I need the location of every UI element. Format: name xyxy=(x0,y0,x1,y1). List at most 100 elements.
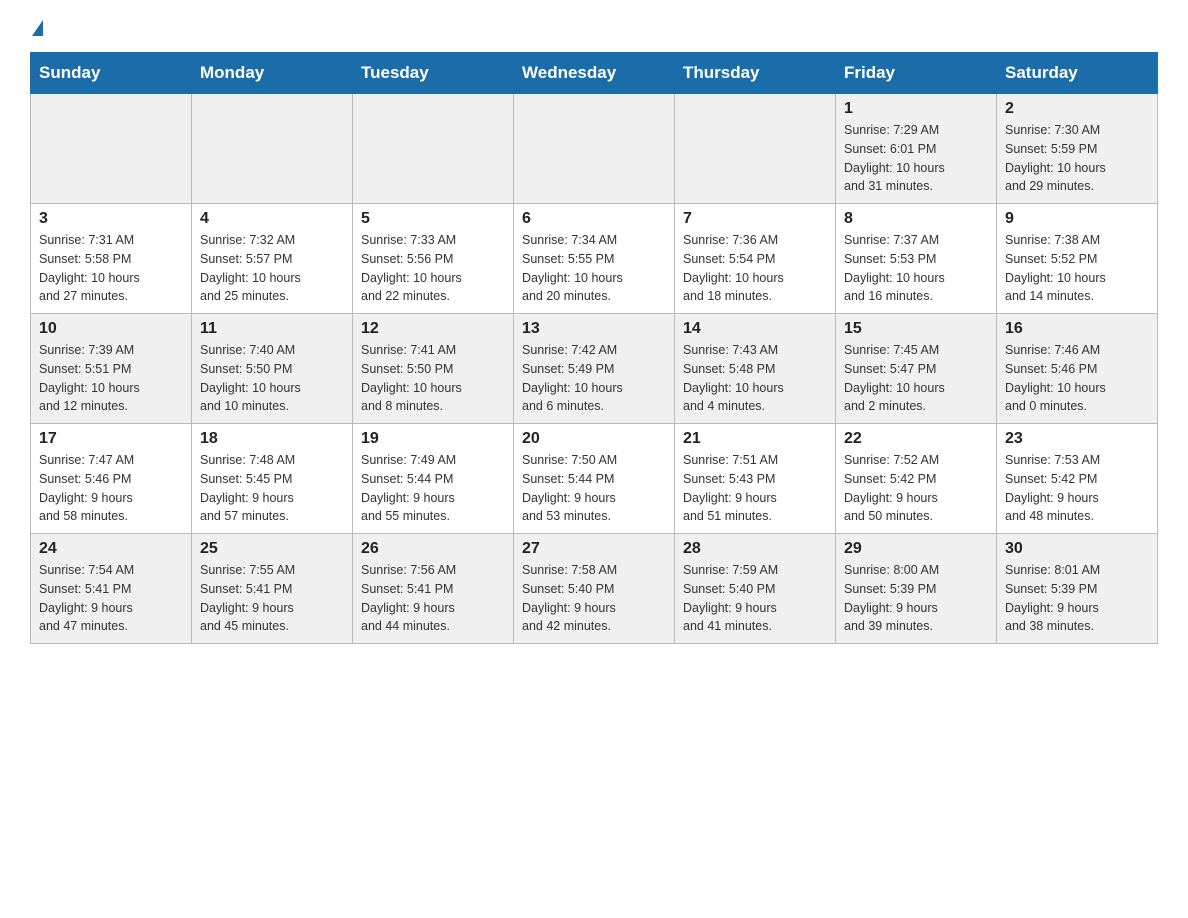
page-header xyxy=(30,20,1158,34)
day-number: 27 xyxy=(522,540,666,558)
calendar-cell: 21Sunrise: 7:51 AM Sunset: 5:43 PM Dayli… xyxy=(675,424,836,534)
day-number: 13 xyxy=(522,320,666,338)
day-info: Sunrise: 7:49 AM Sunset: 5:44 PM Dayligh… xyxy=(361,451,505,526)
day-info: Sunrise: 7:58 AM Sunset: 5:40 PM Dayligh… xyxy=(522,561,666,636)
calendar-cell: 17 Sunrise: 7:47 AM Sunset: 5:46 PM Dayli… xyxy=(31,424,192,534)
calendar-week-5: 24 Sunrise: 7:54 AM Sunset: 5:41 PM Dayli… xyxy=(31,534,1158,644)
calendar-cell xyxy=(353,94,514,204)
calendar-cell: 2 Sunrise: 7:30 AM Sunset: 5:59 PM Daylig… xyxy=(997,94,1158,204)
day-number: 23 xyxy=(1005,430,1149,448)
weekday-header-tuesday: Tuesday xyxy=(353,53,514,94)
calendar-week-2: 3 Sunrise: 7:31 AM Sunset: 5:58 PM Daylig… xyxy=(31,204,1158,314)
calendar-cell: 13 Sunrise: 7:42 AM Sunset: 5:49 PM Dayli… xyxy=(514,314,675,424)
calendar-cell: 7Sunrise: 7:36 AM Sunset: 5:54 PM Daylig… xyxy=(675,204,836,314)
day-number: 11 xyxy=(200,320,344,338)
weekday-header-monday: Monday xyxy=(192,53,353,94)
day-number: 19 xyxy=(361,430,505,448)
calendar-cell: 9Sunrise: 7:38 AM Sunset: 5:52 PM Daylig… xyxy=(997,204,1158,314)
day-number: 15 xyxy=(844,320,988,338)
calendar-cell: 11 Sunrise: 7:40 AM Sunset: 5:50 PM Dayli… xyxy=(192,314,353,424)
calendar-cell: 12 Sunrise: 7:41 AM Sunset: 5:50 PM Dayli… xyxy=(353,314,514,424)
day-number: 9 xyxy=(1005,210,1149,228)
day-info: Sunrise: 7:31 AM Sunset: 5:58 PM Dayligh… xyxy=(39,231,183,306)
day-number: 22 xyxy=(844,430,988,448)
weekday-header-row: SundayMondayTuesdayWednesdayThursdayFrid… xyxy=(31,53,1158,94)
day-number: 25 xyxy=(200,540,344,558)
calendar-cell: 8 Sunrise: 7:37 AM Sunset: 5:53 PM Daylig… xyxy=(836,204,997,314)
day-number: 30 xyxy=(1005,540,1149,558)
day-info: Sunrise: 7:42 AM Sunset: 5:49 PM Dayligh… xyxy=(522,341,666,416)
calendar-week-4: 17 Sunrise: 7:47 AM Sunset: 5:46 PM Dayli… xyxy=(31,424,1158,534)
day-info: Sunrise: 7:53 AM Sunset: 5:42 PM Dayligh… xyxy=(1005,451,1149,526)
calendar-cell: 29 Sunrise: 8:00 AM Sunset: 5:39 PM Dayli… xyxy=(836,534,997,644)
day-info: Sunrise: 7:52 AM Sunset: 5:42 PM Dayligh… xyxy=(844,451,988,526)
calendar-week-3: 10 Sunrise: 7:39 AM Sunset: 5:51 PM Dayli… xyxy=(31,314,1158,424)
day-number: 1 xyxy=(844,100,988,118)
day-number: 24 xyxy=(39,540,183,558)
day-number: 8 xyxy=(844,210,988,228)
weekday-header-sunday: Sunday xyxy=(31,53,192,94)
calendar-cell: 1 Sunrise: 7:29 AM Sunset: 6:01 PM Daylig… xyxy=(836,94,997,204)
day-info: Sunrise: 7:37 AM Sunset: 5:53 PM Dayligh… xyxy=(844,231,988,306)
day-number: 17 xyxy=(39,430,183,448)
day-info: Sunrise: 7:47 AM Sunset: 5:46 PM Dayligh… xyxy=(39,451,183,526)
calendar-cell xyxy=(192,94,353,204)
day-info: Sunrise: 7:56 AM Sunset: 5:41 PM Dayligh… xyxy=(361,561,505,636)
calendar-week-1: 1 Sunrise: 7:29 AM Sunset: 6:01 PM Daylig… xyxy=(31,94,1158,204)
day-number: 20 xyxy=(522,430,666,448)
weekday-header-saturday: Saturday xyxy=(997,53,1158,94)
calendar-cell: 25 Sunrise: 7:55 AM Sunset: 5:41 PM Dayli… xyxy=(192,534,353,644)
logo xyxy=(30,20,43,34)
calendar-cell: 15Sunrise: 7:45 AM Sunset: 5:47 PM Dayli… xyxy=(836,314,997,424)
day-info: Sunrise: 8:00 AM Sunset: 5:39 PM Dayligh… xyxy=(844,561,988,636)
day-info: Sunrise: 7:30 AM Sunset: 5:59 PM Dayligh… xyxy=(1005,121,1149,196)
calendar-cell: 4 Sunrise: 7:32 AM Sunset: 5:57 PM Daylig… xyxy=(192,204,353,314)
day-info: Sunrise: 7:41 AM Sunset: 5:50 PM Dayligh… xyxy=(361,341,505,416)
day-number: 6 xyxy=(522,210,666,228)
calendar-cell: 20 Sunrise: 7:50 AM Sunset: 5:44 PM Dayli… xyxy=(514,424,675,534)
calendar-cell: 27 Sunrise: 7:58 AM Sunset: 5:40 PM Dayli… xyxy=(514,534,675,644)
day-info: Sunrise: 7:34 AM Sunset: 5:55 PM Dayligh… xyxy=(522,231,666,306)
day-number: 3 xyxy=(39,210,183,228)
calendar-cell: 26Sunrise: 7:56 AM Sunset: 5:41 PM Dayli… xyxy=(353,534,514,644)
calendar-cell: 23 Sunrise: 7:53 AM Sunset: 5:42 PM Dayli… xyxy=(997,424,1158,534)
calendar: SundayMondayTuesdayWednesdayThursdayFrid… xyxy=(30,52,1158,644)
calendar-cell: 14 Sunrise: 7:43 AM Sunset: 5:48 PM Dayli… xyxy=(675,314,836,424)
day-number: 14 xyxy=(683,320,827,338)
weekday-header-friday: Friday xyxy=(836,53,997,94)
calendar-cell: 18Sunrise: 7:48 AM Sunset: 5:45 PM Dayli… xyxy=(192,424,353,534)
day-number: 5 xyxy=(361,210,505,228)
day-number: 16 xyxy=(1005,320,1149,338)
calendar-cell: 16 Sunrise: 7:46 AM Sunset: 5:46 PM Dayli… xyxy=(997,314,1158,424)
calendar-cell: 24 Sunrise: 7:54 AM Sunset: 5:41 PM Dayli… xyxy=(31,534,192,644)
day-info: Sunrise: 7:36 AM Sunset: 5:54 PM Dayligh… xyxy=(683,231,827,306)
day-info: Sunrise: 7:48 AM Sunset: 5:45 PM Dayligh… xyxy=(200,451,344,526)
day-info: Sunrise: 7:33 AM Sunset: 5:56 PM Dayligh… xyxy=(361,231,505,306)
day-info: Sunrise: 7:39 AM Sunset: 5:51 PM Dayligh… xyxy=(39,341,183,416)
calendar-cell: 10 Sunrise: 7:39 AM Sunset: 5:51 PM Dayli… xyxy=(31,314,192,424)
day-info: Sunrise: 7:40 AM Sunset: 5:50 PM Dayligh… xyxy=(200,341,344,416)
day-info: Sunrise: 7:32 AM Sunset: 5:57 PM Dayligh… xyxy=(200,231,344,306)
calendar-cell: 3 Sunrise: 7:31 AM Sunset: 5:58 PM Daylig… xyxy=(31,204,192,314)
day-info: Sunrise: 7:55 AM Sunset: 5:41 PM Dayligh… xyxy=(200,561,344,636)
day-info: Sunrise: 7:54 AM Sunset: 5:41 PM Dayligh… xyxy=(39,561,183,636)
day-number: 10 xyxy=(39,320,183,338)
weekday-header-wednesday: Wednesday xyxy=(514,53,675,94)
day-number: 2 xyxy=(1005,100,1149,118)
day-info: Sunrise: 8:01 AM Sunset: 5:39 PM Dayligh… xyxy=(1005,561,1149,636)
weekday-header-thursday: Thursday xyxy=(675,53,836,94)
day-info: Sunrise: 7:43 AM Sunset: 5:48 PM Dayligh… xyxy=(683,341,827,416)
calendar-cell: 19 Sunrise: 7:49 AM Sunset: 5:44 PM Dayli… xyxy=(353,424,514,534)
calendar-cell: 6 Sunrise: 7:34 AM Sunset: 5:55 PM Daylig… xyxy=(514,204,675,314)
day-info: Sunrise: 7:46 AM Sunset: 5:46 PM Dayligh… xyxy=(1005,341,1149,416)
calendar-cell xyxy=(514,94,675,204)
day-info: Sunrise: 7:29 AM Sunset: 6:01 PM Dayligh… xyxy=(844,121,988,196)
day-number: 12 xyxy=(361,320,505,338)
calendar-cell: 22 Sunrise: 7:52 AM Sunset: 5:42 PM Dayli… xyxy=(836,424,997,534)
calendar-cell: 5 Sunrise: 7:33 AM Sunset: 5:56 PM Daylig… xyxy=(353,204,514,314)
calendar-cell: 30 Sunrise: 8:01 AM Sunset: 5:39 PM Dayli… xyxy=(997,534,1158,644)
calendar-cell xyxy=(675,94,836,204)
day-number: 4 xyxy=(200,210,344,228)
day-info: Sunrise: 7:50 AM Sunset: 5:44 PM Dayligh… xyxy=(522,451,666,526)
day-number: 29 xyxy=(844,540,988,558)
